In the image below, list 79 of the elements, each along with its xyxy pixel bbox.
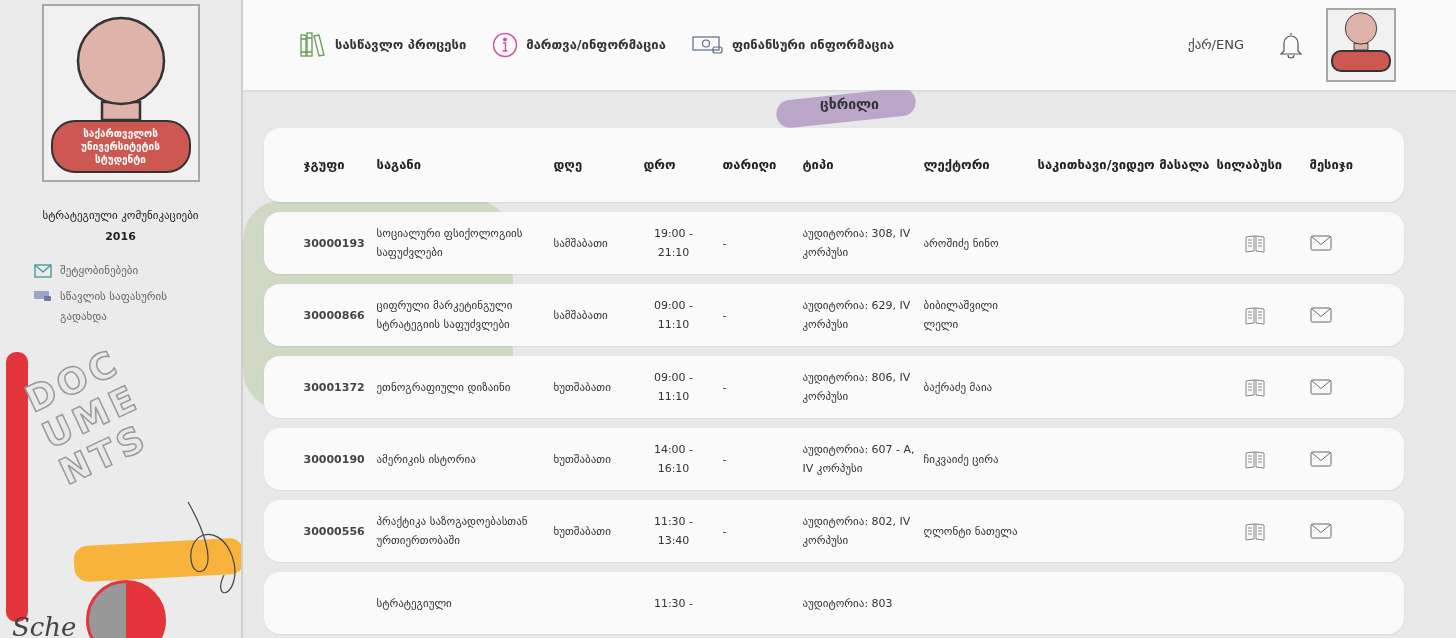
table-cell-text: - [722, 379, 728, 396]
table-cell-text: აუდიტორია: 803 [802, 595, 894, 612]
column-header: საკითხავი/ვიდეო მასალა [1037, 156, 1211, 174]
table-cell-text: ბაქრაძე მაია [923, 379, 994, 396]
book-icon[interactable] [1244, 521, 1265, 541]
mail-icon[interactable] [1309, 379, 1332, 395]
table-cell-text: აროშიძე ნინო [923, 235, 1000, 252]
language-link[interactable]: ქარ/ENG [1188, 35, 1244, 55]
book-icon[interactable] [1244, 449, 1265, 469]
table-cell-text: ხუთშაბათი [553, 379, 612, 396]
table-cell-text: 30001372 [303, 379, 366, 396]
mail-icon [34, 264, 52, 278]
table-cell-text: აუდიტორია: 629, IV კორპუსი [802, 298, 912, 333]
column-header: ჯგუფი [303, 156, 346, 174]
table-cell-text: 11:30 - 13:40 [652, 514, 695, 549]
nav-link[interactable]: მართვა/ინფორმაცია [492, 32, 666, 58]
script-lettering: Sche [12, 611, 77, 638]
table-cell-text: - [722, 307, 728, 324]
table-cell-text: აუდიტორია: 308, IV კორპუსი [802, 226, 912, 261]
banknote-icon [34, 290, 52, 302]
table-cell-text: 09:00 - 11:10 [652, 298, 695, 333]
table-cell-text: ხუთშაბათი [553, 451, 612, 468]
page-title: ცხრილი [820, 95, 879, 114]
column-header: ტიპი [802, 156, 835, 174]
table-cell-text: პრაქტიკა საზოგადოებასთან ურთიერთობაში [376, 514, 529, 549]
mail-icon[interactable] [1309, 523, 1332, 539]
column-header: საგანი [376, 156, 423, 174]
nav-link[interactable]: ფინანსური ინფორმაცია [691, 35, 895, 55]
table-cell-text: 30000866 [303, 307, 366, 324]
column-header: თარიღი [722, 156, 778, 174]
mail-icon[interactable] [1309, 235, 1332, 251]
books-icon [299, 32, 327, 58]
table-cell-text: 30000193 [303, 235, 366, 252]
column-header: დრო [643, 156, 677, 174]
table-cell-text: სამშაბათი [553, 235, 609, 252]
table-cell-text: აუდიტორია: 607 - A, IV კორპუსი [802, 442, 916, 477]
column-header: მესიჯი [1309, 156, 1355, 174]
table-cell-text: ღლონტი ნათელა [923, 523, 1019, 540]
nav-link[interactable]: სასწავლო პროცესი [299, 32, 467, 58]
table-cell-text: 14:00 - 16:10 [652, 442, 695, 477]
program-name: სტრატეგიული კომუნიკაციები [42, 208, 199, 224]
table-cell-text: ამერიკის ისტორია [376, 451, 477, 468]
avatar-caption: საქართველოს უნივერსიტეტის სტუდენტი [50, 120, 191, 173]
table-cell-text: ხუთშაბათი [553, 523, 612, 540]
book-icon[interactable] [1244, 233, 1265, 253]
table-cell-text: 19:00 - 21:10 [652, 226, 695, 261]
banknote-icon [691, 35, 724, 55]
program-year: 2016 [105, 228, 136, 245]
table-cell-text: სოციალური ფსიქოლოგიის საფუძვლები [376, 226, 524, 261]
table-cell-text: - [722, 451, 728, 468]
table-cell-text: 30000190 [303, 451, 366, 468]
sidebar-link[interactable]: სწავლის საფასურის გადახდა [34, 287, 204, 327]
bell-icon[interactable] [1278, 31, 1304, 59]
book-icon[interactable] [1244, 377, 1265, 397]
avatar-badge [1331, 50, 1391, 72]
table-cell-text: სტრატეგიული [376, 595, 453, 612]
table-cell-text: 11:30 - [652, 595, 695, 612]
table-cell-text: ეთნოგრაფიული დიზაინი [376, 379, 512, 396]
mail-icon[interactable] [1309, 307, 1332, 323]
table-cell-text: - [722, 523, 728, 540]
table-cell-text: აუდიტორია: 802, IV კორპუსი [802, 514, 912, 549]
sidebar-link[interactable]: შეტყობინებები [34, 261, 204, 281]
table-cell-text: 30000556 [303, 523, 366, 540]
table-cell-text: ბიბილაშვილი ლელი [923, 298, 999, 333]
person-silhouette-icon [1343, 12, 1379, 50]
column-header: სილაბუსი [1216, 156, 1284, 174]
avatar-placeholder[interactable] [1326, 8, 1396, 82]
table-cell-text: აუდიტორია: 806, IV კორპუსი [802, 370, 912, 405]
column-header: ლექტორი [923, 156, 991, 174]
table-cell-text: სამშაბათი [553, 307, 609, 324]
table-cell-text: ჩიკვაიძე ცირა [923, 451, 1000, 468]
column-header: დღე [553, 156, 584, 174]
info-icon [492, 32, 519, 58]
person-silhouette-icon [74, 16, 167, 120]
mail-icon[interactable] [1309, 451, 1332, 467]
table-cell-text: 09:00 - 11:10 [652, 370, 695, 405]
book-icon[interactable] [1244, 305, 1265, 325]
table-cell-text: ციფრული მარკეტინგული სტრატეგიის საფუძვლები [376, 298, 514, 333]
table-cell-text: - [722, 235, 728, 252]
